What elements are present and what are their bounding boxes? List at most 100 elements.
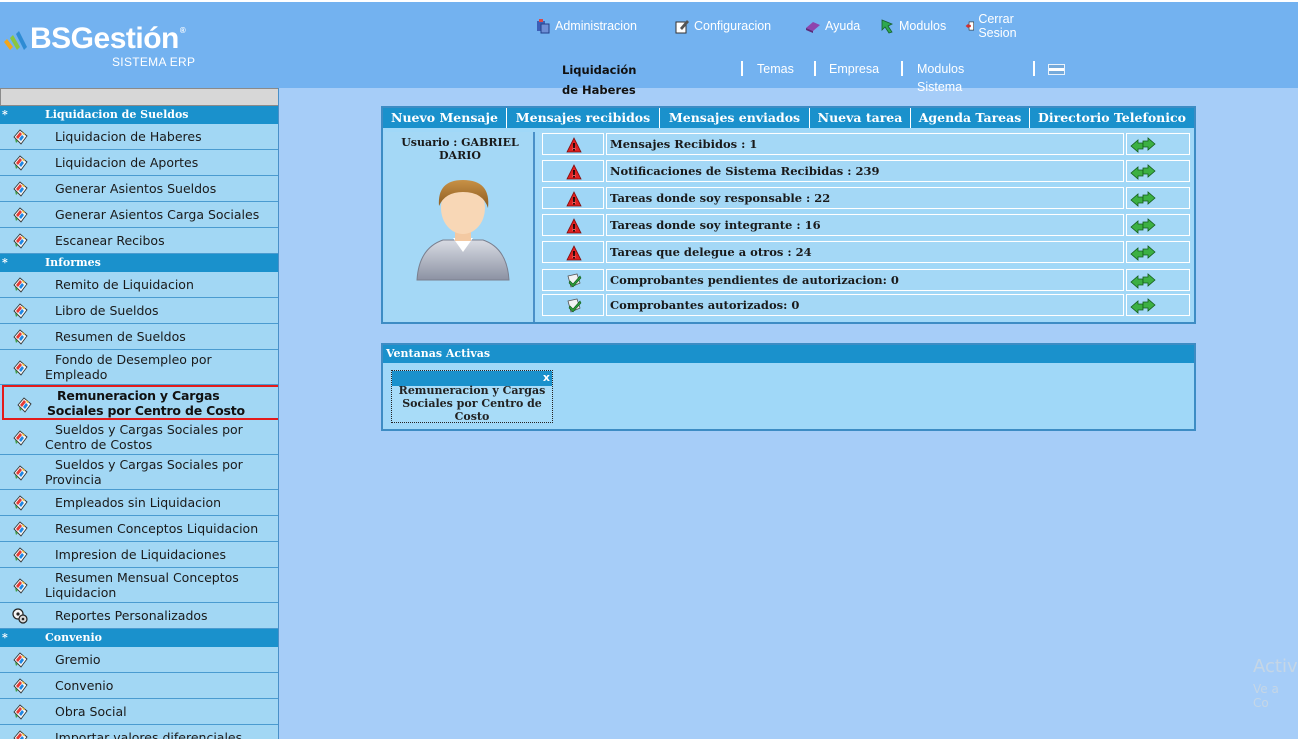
sidebar-item-label: Importar valores diferenciales (55, 730, 243, 739)
message-row: Tareas que delegue a otros : 24 (539, 240, 1191, 264)
message-row-open[interactable] (1126, 241, 1190, 263)
sidebar-item-label: Generar Asientos Sueldos (55, 181, 217, 196)
sidebar-item-label: Obra Social (55, 704, 127, 719)
nav-configuracion[interactable]: Configuracion (674, 16, 771, 36)
sidebar-item[interactable]: Resumen Mensual Conceptos Liquidacion (0, 568, 278, 603)
sidebar-item[interactable]: Impresion de Liquidaciones (0, 542, 278, 568)
warning-icon (566, 137, 582, 153)
sidebar-section-header[interactable]: * Convenio (0, 629, 278, 647)
sidebar-item[interactable]: Gremio (0, 647, 278, 673)
sidebar-item[interactable]: Generar Asientos Sueldos (0, 176, 278, 202)
module-title: Liquidación de Haberes (562, 63, 637, 97)
subnav-temas[interactable]: Temas (757, 60, 794, 78)
nav-cerrar-sesion[interactable]: Cerrar Sesion (965, 12, 1023, 40)
section-star: * (2, 108, 8, 121)
tab-mensajes-recibidos[interactable]: Mensajes recibidos (507, 108, 660, 128)
report-sheet-icon (17, 396, 32, 413)
nav-modulos-label: Modulos (899, 19, 947, 33)
message-row-status (542, 133, 604, 155)
report-sheet-icon (13, 233, 28, 249)
activation-watermark: Activ (1253, 656, 1298, 677)
message-row-text: Tareas donde soy responsable : 22 (606, 187, 1124, 209)
report-sheet-icon (13, 652, 28, 668)
sidebar-item[interactable]: Reportes Personalizados (0, 603, 278, 629)
sidebar-item-label: Remuneracion y Cargas Sociales por Centr… (47, 387, 245, 418)
section-title: Convenio (45, 631, 102, 644)
sidebar-top-bar (0, 88, 278, 106)
subnav-divider (741, 61, 743, 76)
report-sheet-icon (13, 277, 28, 293)
message-row-open[interactable] (1126, 160, 1190, 182)
open-arrows-icon (1130, 273, 1156, 289)
sidebar-item[interactable]: Convenio (0, 673, 278, 699)
admin-icon (537, 19, 550, 34)
sidebar-item-label: Libro de Sueldos (55, 303, 159, 318)
message-row-open[interactable] (1126, 294, 1190, 316)
subnav-empresa[interactable]: Empresa (829, 60, 879, 78)
sidebar-item-label: Resumen Mensual Conceptos Liquidacion (45, 570, 239, 600)
sidebar-item[interactable]: Sueldos y Cargas Sociales por Provincia (0, 455, 278, 490)
argentina-flag-icon[interactable] (1048, 64, 1065, 75)
nav-administracion-label: Administracion (555, 19, 637, 33)
sidebar-item[interactable]: Resumen Conceptos Liquidacion (0, 516, 278, 542)
user-name: Usuario : GABRIEL DARIO (401, 136, 519, 162)
report-sheet-icon (13, 464, 28, 481)
message-row: Notificaciones de Sistema Recibidas : 23… (539, 159, 1191, 183)
sidebar-item-label: Resumen de Sueldos (55, 329, 186, 344)
message-row-status (542, 160, 604, 182)
sidebar-item[interactable]: Remuneracion y Cargas Sociales por Centr… (2, 385, 278, 420)
sidebar-item[interactable]: Obra Social (0, 699, 278, 725)
check-icon (567, 273, 582, 288)
nav-ayuda-label: Ayuda (825, 19, 861, 33)
active-windows-title: Ventanas Activas (383, 345, 1194, 363)
top-bar: BSGestión® SISTEMA ERP Administracion Co… (0, 0, 1298, 97)
subnav-modulos-sistema[interactable]: Modulos Sistema (917, 60, 964, 94)
nav-administracion[interactable]: Administracion (535, 16, 637, 36)
sidebar-item[interactable]: Libro de Sueldos (0, 298, 278, 324)
bsgestion-logo[interactable]: BSGestión® SISTEMA ERP (0, 20, 210, 75)
sidebar-item[interactable]: Liquidacion de Aportes (0, 150, 278, 176)
sidebar-item[interactable]: Empleados sin Liquidacion (0, 490, 278, 516)
tab-nueva-tarea[interactable]: Nueva tarea (810, 108, 911, 128)
message-row-status (542, 214, 604, 236)
active-window-card[interactable]: x Remuneracion y Cargas Sociales por Cen… (391, 370, 553, 423)
sidebar-section-header[interactable]: * Liquidacion de Sueldos (0, 106, 278, 124)
reports-icon (12, 608, 28, 624)
sidebar-item[interactable]: Importar valores diferenciales (0, 725, 278, 739)
message-row-open[interactable] (1126, 187, 1190, 209)
message-row: Comprobantes pendientes de autorizacion:… (539, 268, 1191, 292)
sidebar-item[interactable]: Liquidacion de Haberes (0, 124, 278, 150)
sidebar-item[interactable]: Resumen de Sueldos (0, 324, 278, 350)
sidebar-item-label: Fondo de Desempleo por Empleado (45, 352, 212, 382)
message-row-open[interactable] (1126, 133, 1190, 155)
sidebar-item[interactable]: Remito de Liquidacion (0, 272, 278, 298)
report-sheet-icon (13, 303, 28, 319)
user-box: Usuario : GABRIEL DARIO (385, 132, 535, 322)
check-icon (567, 298, 582, 313)
message-row-status (542, 187, 604, 209)
message-row-open[interactable] (1126, 269, 1190, 291)
config-icon (675, 20, 689, 34)
tab-mensajes-enviados[interactable]: Mensajes enviados (660, 108, 810, 128)
sidebar-item[interactable]: Fondo de Desempleo por Empleado (0, 350, 278, 385)
message-row-open[interactable] (1126, 214, 1190, 236)
logout-icon (965, 21, 975, 31)
logo-bars-icon (4, 31, 27, 50)
report-sheet-icon (13, 704, 28, 720)
section-star: * (2, 256, 8, 269)
sidebar-item-label: Sueldos y Cargas Sociales por Provincia (45, 457, 243, 487)
tab-directorio-telefonico[interactable]: Directorio Telefonico (1030, 108, 1194, 128)
sidebar-item[interactable]: Escanear Recibos (0, 228, 278, 254)
tab-nuevo-mensaje[interactable]: Nuevo Mensaje (383, 108, 507, 128)
nav-ayuda[interactable]: Ayuda (805, 16, 860, 36)
sidebar-item[interactable]: Sueldos y Cargas Sociales por Centro de … (0, 420, 278, 455)
nav-modulos[interactable]: Modulos (879, 16, 946, 36)
tab-agenda-tareas[interactable]: Agenda Tareas (911, 108, 1030, 128)
message-row: Tareas donde soy integrante : 16 (539, 213, 1191, 237)
sidebar-section-header[interactable]: * Informes (0, 254, 278, 272)
nav-cerrar-sesion-label: Cerrar Sesion (978, 12, 1017, 40)
sidebar-item[interactable]: Generar Asientos Carga Sociales (0, 202, 278, 228)
close-icon[interactable]: x (543, 371, 550, 385)
help-icon (806, 22, 820, 33)
message-row-status (542, 241, 604, 263)
